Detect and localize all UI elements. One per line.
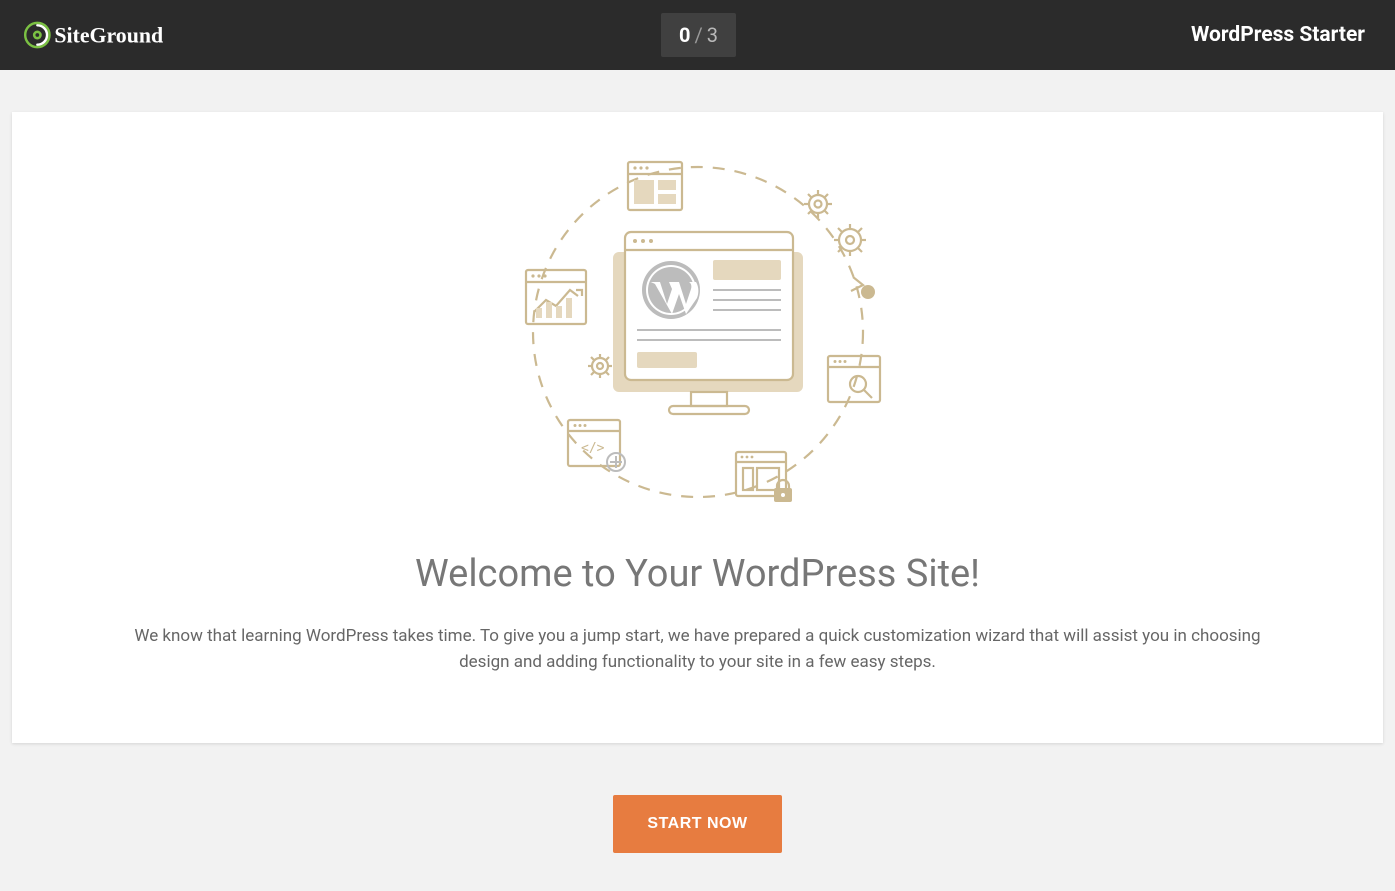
step-current: 0 <box>679 23 690 47</box>
svg-text:</>: </> <box>581 441 605 456</box>
welcome-card: .st { fill:none; stroke:#cbb991; stroke-… <box>12 112 1383 743</box>
page-title: Welcome to Your WordPress Site! <box>82 552 1313 596</box>
actions-row: START NOW <box>0 795 1395 853</box>
brand-logo: SiteGround <box>16 18 206 52</box>
brand-text: SiteGround <box>54 23 163 47</box>
siteground-logo-icon: SiteGround <box>16 18 206 52</box>
start-now-button[interactable]: START NOW <box>613 795 781 853</box>
product-name: WordPress Starter <box>1191 23 1365 47</box>
step-total: 3 <box>707 23 718 47</box>
top-bar: SiteGround 0 / 3 WordPress Starter <box>0 0 1395 70</box>
wordpress-illustration-icon: .st { fill:none; stroke:#cbb991; stroke-… <box>498 142 898 522</box>
step-indicator: 0 / 3 <box>661 13 736 57</box>
page-description: We know that learning WordPress takes ti… <box>108 624 1288 675</box>
step-separator: / <box>692 23 704 47</box>
